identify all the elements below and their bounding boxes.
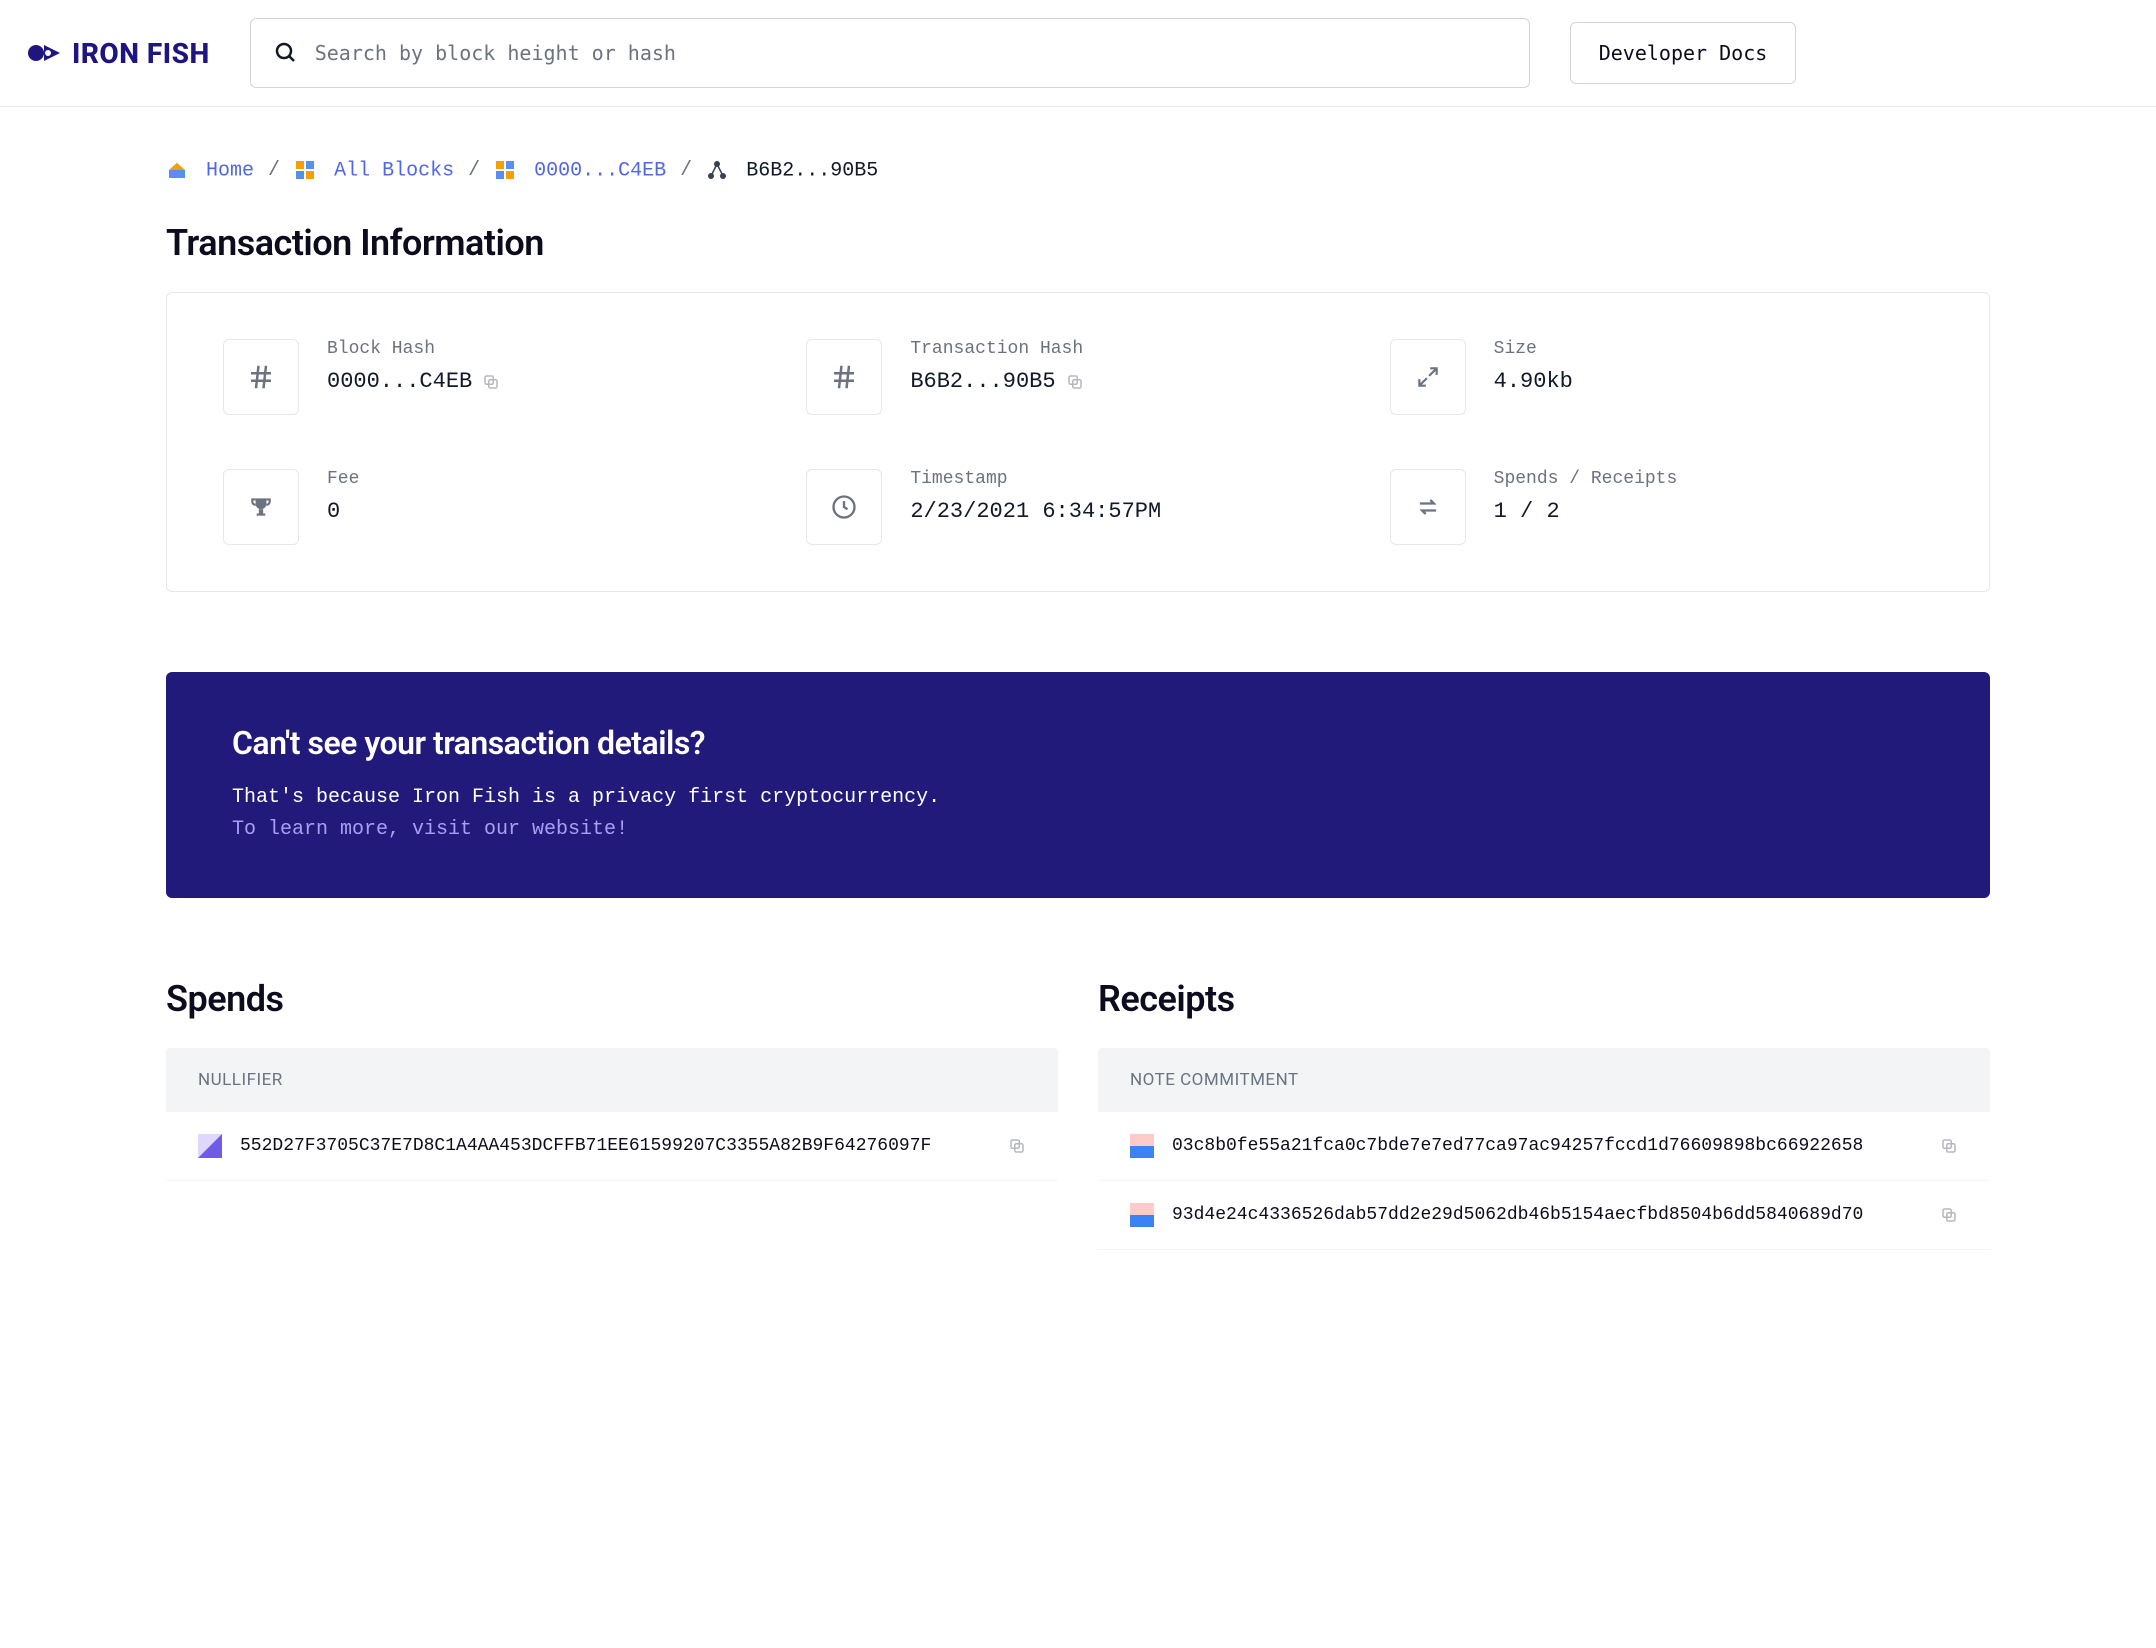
developer-docs-button[interactable]: Developer Docs bbox=[1570, 22, 1797, 84]
transaction-icon bbox=[706, 159, 728, 181]
copy-icon[interactable] bbox=[1008, 1137, 1026, 1155]
row-glyph-icon bbox=[198, 1134, 222, 1158]
trophy-icon bbox=[223, 469, 299, 545]
breadcrumb-current: B6B2...90B5 bbox=[746, 159, 878, 182]
brand-name: IRON FISH bbox=[72, 37, 210, 70]
page-title: Transaction Information bbox=[166, 222, 1990, 264]
logo[interactable]: IRON FISH bbox=[28, 37, 210, 70]
spends-heading: Spends bbox=[166, 978, 1058, 1020]
receipts-heading: Receipts bbox=[1098, 978, 1990, 1020]
tx-hash-value: B6B2...90B5 bbox=[910, 369, 1055, 394]
banner-line1: That's because Iron Fish is a privacy fi… bbox=[232, 786, 940, 809]
receipts-header: NOTE COMMITMENT bbox=[1098, 1048, 1990, 1112]
timestamp-label: Timestamp bbox=[910, 469, 1161, 489]
fee-label: Fee bbox=[327, 469, 359, 489]
spends-section: Spends NULLIFIER 552D27F3705C37E7D8C1A4A… bbox=[166, 978, 1058, 1250]
row-glyph-icon bbox=[1130, 1203, 1154, 1227]
spends-header: NULLIFIER bbox=[166, 1048, 1058, 1112]
logo-icon bbox=[28, 39, 62, 67]
row-glyph-icon bbox=[1130, 1134, 1154, 1158]
hash-value: 03c8b0fe55a21fca0c7bde7e7ed77ca97ac94257… bbox=[1172, 1136, 1922, 1156]
spends-receipts-label: Spends / Receipts bbox=[1494, 469, 1678, 489]
transaction-info-card: Block Hash 0000...C4EB Transaction Hash … bbox=[166, 292, 1990, 592]
breadcrumb-all-blocks[interactable]: All Blocks bbox=[334, 159, 454, 182]
privacy-banner: Can't see your transaction details? That… bbox=[166, 672, 1990, 898]
block-hash-label: Block Hash bbox=[327, 339, 500, 359]
size-label: Size bbox=[1494, 339, 1573, 359]
list-row: 552D27F3705C37E7D8C1A4AA453DCFFB71EE6159… bbox=[166, 1112, 1058, 1181]
clock-icon bbox=[806, 469, 882, 545]
blocks-icon bbox=[294, 159, 316, 181]
size-value: 4.90kb bbox=[1494, 369, 1573, 394]
banner-title: Can't see your transaction details? bbox=[232, 724, 1924, 762]
search-input[interactable] bbox=[250, 18, 1530, 88]
block-hash-value: 0000...C4EB bbox=[327, 369, 472, 394]
hash-icon bbox=[223, 339, 299, 415]
list-row: 93d4e24c4336526dab57dd2e29d5062db46b5154… bbox=[1098, 1181, 1990, 1250]
receipts-section: Receipts NOTE COMMITMENT 03c8b0fe55a21fc… bbox=[1098, 978, 1990, 1250]
timestamp-value: 2/23/2021 6:34:57PM bbox=[910, 499, 1161, 524]
search-icon bbox=[274, 41, 298, 65]
tx-hash-label: Transaction Hash bbox=[910, 339, 1083, 359]
list-row: 03c8b0fe55a21fca0c7bde7e7ed77ca97ac94257… bbox=[1098, 1112, 1990, 1181]
hash-value: 552D27F3705C37E7D8C1A4AA453DCFFB71EE6159… bbox=[240, 1136, 990, 1156]
breadcrumb-block[interactable]: 0000...C4EB bbox=[534, 159, 666, 182]
block-icon bbox=[494, 159, 516, 181]
copy-icon[interactable] bbox=[482, 373, 500, 391]
breadcrumb-home[interactable]: Home bbox=[206, 159, 254, 182]
copy-icon[interactable] bbox=[1940, 1206, 1958, 1224]
spends-receipts-value: 1 / 2 bbox=[1494, 499, 1678, 524]
expand-icon bbox=[1390, 339, 1466, 415]
copy-icon[interactable] bbox=[1066, 373, 1084, 391]
fee-value: 0 bbox=[327, 499, 359, 524]
hash-value: 93d4e24c4336526dab57dd2e29d5062db46b5154… bbox=[1172, 1205, 1922, 1225]
copy-icon[interactable] bbox=[1940, 1137, 1958, 1155]
breadcrumb: Home / All Blocks / 0000...C4EB / B6B2..… bbox=[166, 107, 1990, 222]
home-icon bbox=[166, 159, 188, 181]
hash-icon bbox=[806, 339, 882, 415]
banner-link[interactable]: To learn more, visit our website! bbox=[232, 818, 628, 841]
transfer-icon bbox=[1390, 469, 1466, 545]
